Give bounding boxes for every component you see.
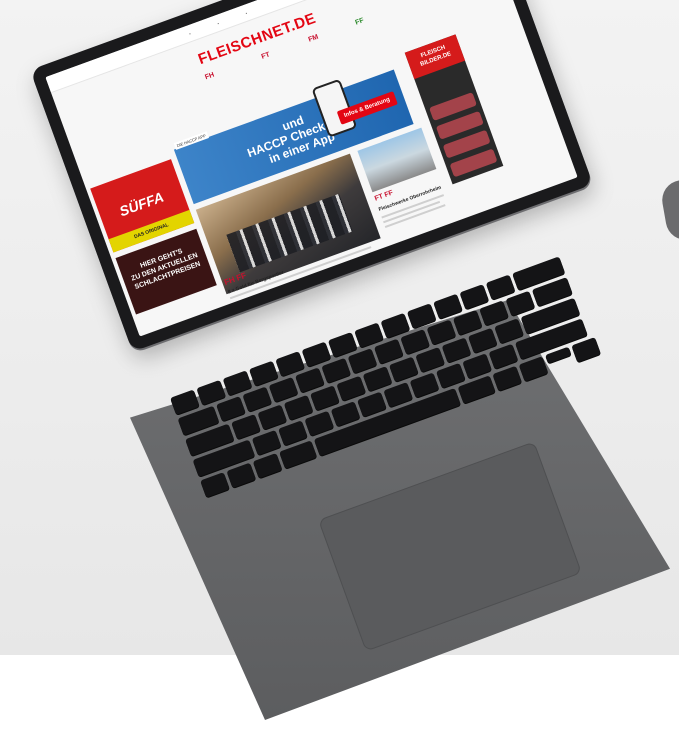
brand-fh: FH	[204, 71, 216, 82]
brand-ft: FT	[260, 51, 271, 61]
side-brands: FT FF	[373, 189, 395, 203]
ad-right-header: FLEISCH BILDER.DE	[404, 34, 466, 80]
nav-item: ▪	[216, 20, 220, 26]
nav-item: ▪	[188, 31, 192, 37]
nav-item: ▪	[244, 10, 248, 16]
brand-ff: FF	[354, 17, 365, 27]
laptop-scene: ▪ ▪ ▪ FN FLEISCHNET.DE FH FT FM FF SÜFFA…	[0, 0, 679, 732]
brand-fm: FM	[307, 33, 320, 44]
